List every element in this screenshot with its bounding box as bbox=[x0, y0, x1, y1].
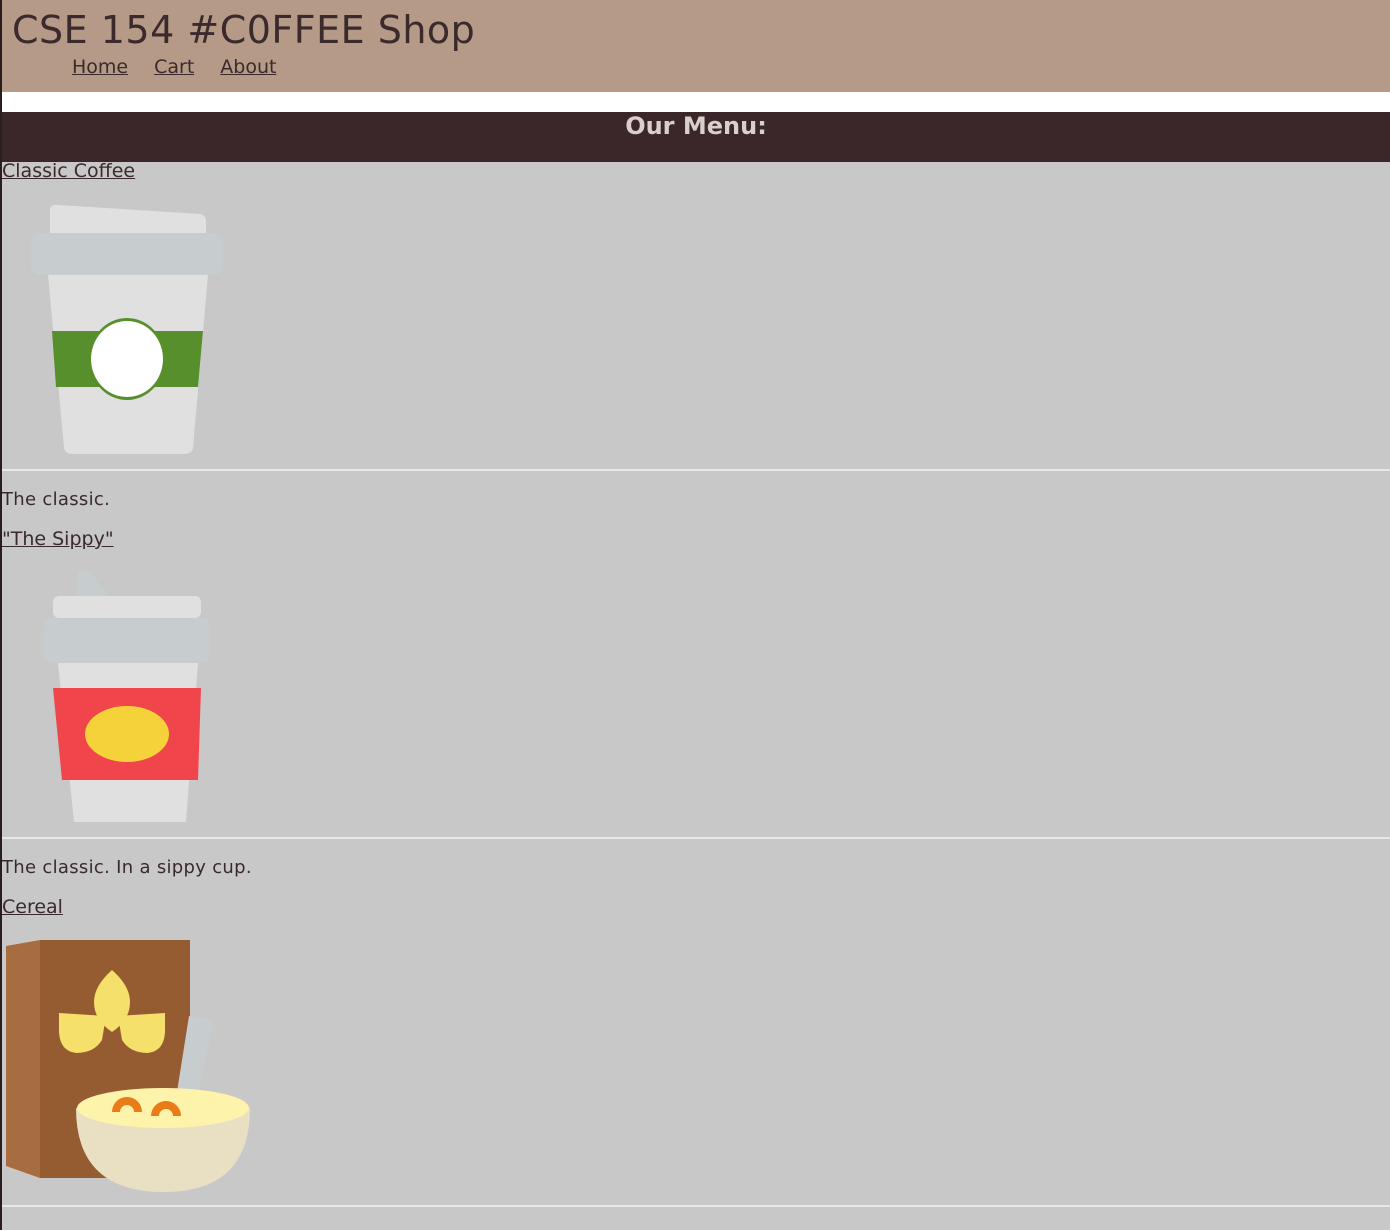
coffee-cup-green-sleeve-icon[interactable] bbox=[28, 202, 228, 458]
menu-divider bbox=[2, 1205, 1390, 1207]
nav-link-home[interactable]: Home bbox=[72, 56, 128, 78]
nav-link-about[interactable]: About bbox=[220, 56, 276, 78]
nav-link-cart[interactable]: Cart bbox=[154, 56, 194, 78]
main-nav: Home Cart About bbox=[72, 56, 276, 78]
sippy-cup-red-sleeve-icon[interactable] bbox=[42, 570, 214, 824]
menu-divider bbox=[2, 469, 1390, 471]
menu-list: Classic Coffee The classic. "The Sippy" … bbox=[2, 162, 1390, 1230]
menu-divider bbox=[2, 837, 1390, 839]
menu-item-description: The classic. In a sippy cup. bbox=[2, 857, 252, 878]
menu-item-description: The classic. bbox=[2, 489, 111, 510]
left-border bbox=[0, 0, 2, 1230]
menu-heading: Our Menu: bbox=[2, 112, 1390, 162]
menu-item-name-cereal[interactable]: Cereal bbox=[2, 896, 63, 918]
menu-item-name-classic-coffee[interactable]: Classic Coffee bbox=[2, 162, 135, 182]
site-title: CSE 154 #C0FFEE Shop bbox=[12, 8, 476, 52]
cereal-box-and-bowl-icon[interactable] bbox=[6, 940, 250, 1196]
menu-heading-text: Our Menu: bbox=[625, 112, 767, 140]
menu-item-name-the-sippy[interactable]: "The Sippy" bbox=[2, 528, 114, 550]
site-header: CSE 154 #C0FFEE Shop Home Cart About bbox=[2, 0, 1390, 92]
